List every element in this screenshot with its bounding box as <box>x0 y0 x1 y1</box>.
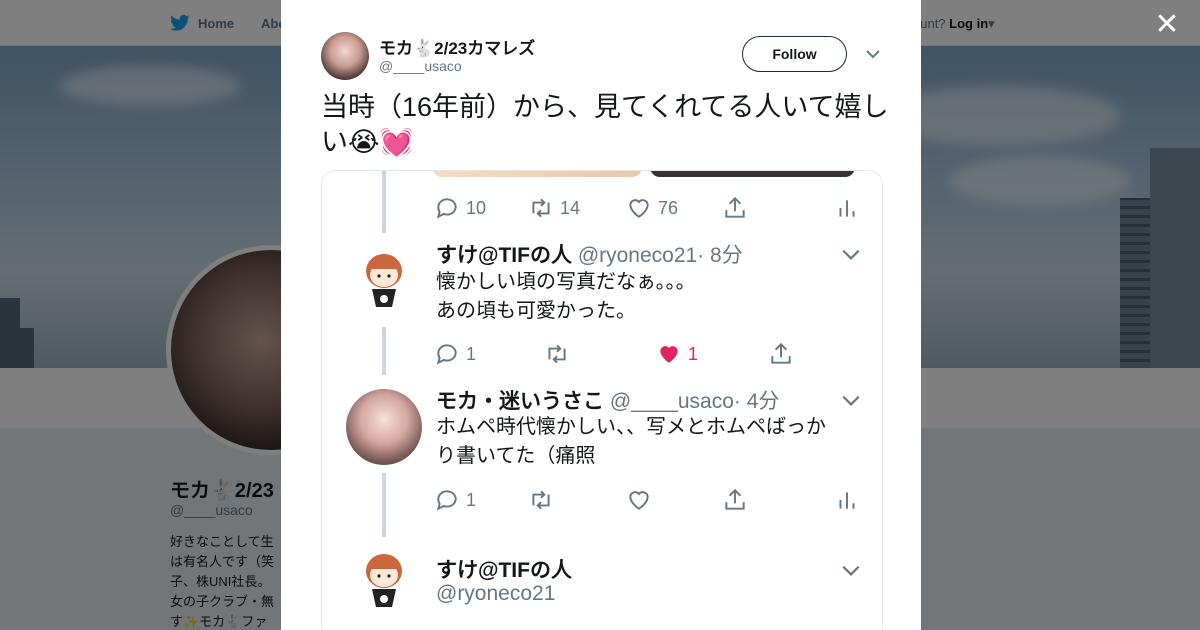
chevron-down-icon[interactable] <box>863 44 883 64</box>
reply-text: 懐かしい頃の写真だなぁ。。。 あの頃も可愛かった。 <box>436 268 856 326</box>
share-action[interactable] <box>768 341 794 367</box>
analytics-icon <box>839 200 855 217</box>
like-action[interactable]: 76 <box>626 195 678 221</box>
reply-author-handle[interactable]: @ryoneco21 <box>578 244 697 267</box>
author-avatar[interactable] <box>321 32 369 80</box>
reply-header: すけ@TIFの人 @ryoneco21· 8分 <box>436 239 743 269</box>
share-icon <box>725 488 745 510</box>
reply-header: すけ@TIFの人 <box>436 554 572 584</box>
analytics-action[interactable] <box>834 195 860 221</box>
retweet-count: 14 <box>560 197 581 218</box>
share-icon <box>771 342 791 364</box>
retweet-action[interactable] <box>544 341 570 367</box>
analytics-action[interactable] <box>834 487 860 513</box>
reply-action[interactable]: 1 <box>434 487 476 513</box>
image-thumbnail <box>432 171 642 177</box>
retweet-action[interactable] <box>528 487 554 513</box>
retweet-icon <box>548 344 566 364</box>
like-count: 1 <box>688 343 699 364</box>
reply-author-name[interactable]: すけ@TIFの人 <box>436 244 572 267</box>
reply-author-handle[interactable]: @ryoneco21 <box>436 582 555 605</box>
reply-avatar[interactable] <box>346 243 422 319</box>
reply-text-line: 懐かしい頃の写真だなぁ。。。 <box>436 271 696 293</box>
reply-count: 1 <box>466 489 477 510</box>
reply-avatar[interactable] <box>346 389 422 465</box>
analytics-icon <box>839 492 855 509</box>
author-handle[interactable]: @____usaco <box>379 58 462 74</box>
tweet-image[interactable]: 10 14 76 すけ@TIFの人 @ryoneco21· 8分 懐かしい頃の写… <box>321 170 883 630</box>
reply-author-handle[interactable]: @____usaco <box>610 390 734 413</box>
reply-author-name[interactable]: モカ・迷いうさこ <box>436 390 604 413</box>
reply-header: モカ・迷いうさこ @____usaco· 4分 <box>436 385 779 415</box>
image-thumbnail <box>650 171 855 177</box>
share-action[interactable] <box>722 195 748 221</box>
reply-text-line: り書いてた（痛照 <box>436 445 596 467</box>
action-bar: 1 1 <box>322 339 882 369</box>
author-name[interactable]: モカ🐇2/23カマレズ <box>379 34 535 59</box>
reply-time[interactable]: · 4分 <box>734 390 780 413</box>
reply-handle-line: @ryoneco21 <box>436 582 555 606</box>
reply-avatar[interactable] <box>346 543 422 619</box>
reply-count: 10 <box>466 197 487 218</box>
retweet-icon <box>532 490 550 510</box>
follow-button[interactable]: Follow <box>742 36 847 72</box>
share-action[interactable] <box>722 487 748 513</box>
heart-filled-icon <box>660 346 678 363</box>
share-icon <box>725 196 745 218</box>
chevron-down-icon[interactable] <box>840 559 862 581</box>
like-count: 76 <box>658 197 679 218</box>
like-action[interactable]: 1 <box>656 341 698 367</box>
tweet-text: 当時（16年前）から、見てくれてる人いて嬉しい😭💓 <box>321 92 889 157</box>
heart-icon <box>629 199 649 218</box>
chibi-avatar-icon <box>366 254 402 307</box>
heart-icon <box>629 491 649 510</box>
reply-icon <box>436 490 457 511</box>
reply-count: 1 <box>466 343 477 364</box>
retweet-icon <box>532 198 550 218</box>
reply-text: ホムペ時代懐かしい、、写メとホムペばっか り書いてた（痛照 <box>436 413 856 471</box>
reply-icon <box>436 344 457 365</box>
reply-icon <box>436 198 457 219</box>
reply-text-line: あの頃も可愛かった。 <box>436 300 636 322</box>
like-action[interactable] <box>626 487 652 513</box>
reply-time[interactable]: · 8分 <box>697 244 743 267</box>
retweet-action[interactable]: 14 <box>528 195 580 221</box>
action-bar: 1 <box>322 485 882 515</box>
close-icon[interactable]: ✕ <box>1152 10 1182 40</box>
reply-action[interactable]: 1 <box>434 341 476 367</box>
reply-text-line: ホムペ時代懐かしい、、写メとホムペばっか <box>436 416 826 438</box>
chevron-down-icon[interactable] <box>840 243 862 265</box>
action-bar: 10 14 76 <box>322 193 882 223</box>
chibi-avatar-icon <box>366 554 402 607</box>
tweet-modal: モカ🐇2/23カマレズ @____usaco Follow 当時（16年前）から… <box>281 0 921 630</box>
chevron-down-icon[interactable] <box>840 389 862 411</box>
reply-author-name[interactable]: すけ@TIFの人 <box>436 559 572 582</box>
reply-action[interactable]: 10 <box>434 195 486 221</box>
